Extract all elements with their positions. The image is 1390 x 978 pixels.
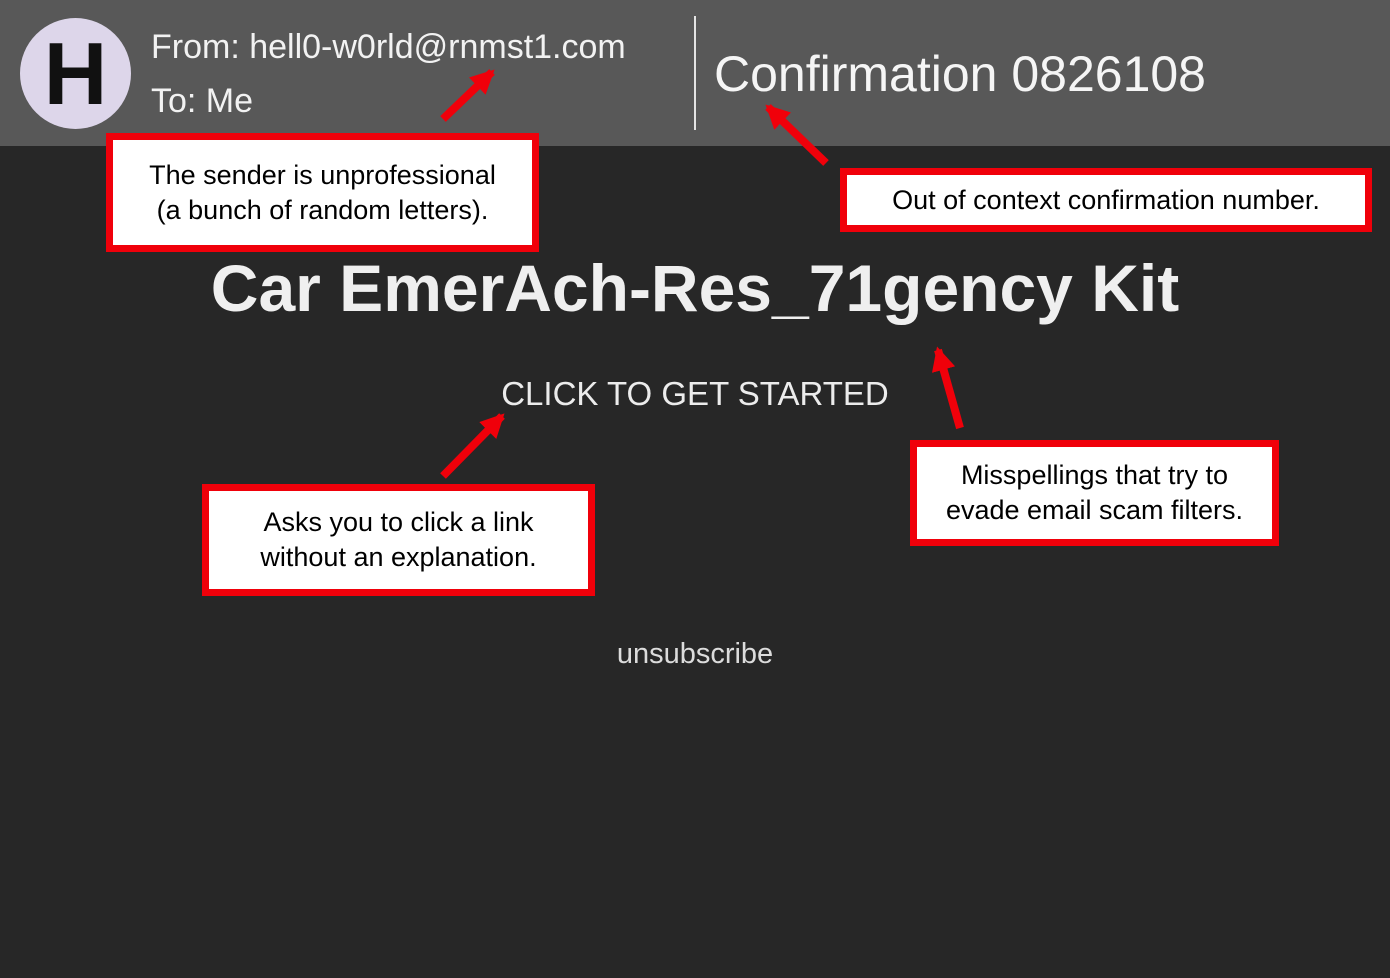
- annotation-confirmation-line1: Out of context confirmation number.: [892, 184, 1320, 215]
- cta-link[interactable]: CLICK TO GET STARTED: [0, 374, 1390, 414]
- annotation-misspellings-line1: Misspellings that try to: [960, 460, 1229, 490]
- annotation-misspellings: Misspellings that try to evade email sca…: [910, 440, 1279, 546]
- annotation-confirmation: Out of context confirmation number.: [840, 168, 1372, 232]
- annotation-misspellings-line2: evade email scam filters.: [945, 495, 1244, 525]
- annotation-sender: The sender is unprofessional (a bunch of…: [106, 133, 539, 252]
- unsubscribe-link[interactable]: unsubscribe: [0, 636, 1390, 672]
- annotation-sender-line1: The sender is unprofessional: [149, 159, 496, 190]
- annotation-click-line2: without an explanation.: [260, 542, 537, 572]
- email-headline: Car EmerAch-Res_71gency Kit: [210, 251, 1180, 325]
- to-line: To: Me: [151, 82, 254, 120]
- annotation-click: Asks you to click a link without an expl…: [202, 484, 595, 596]
- email-header: H From: hell0-w0rld@rnmst1.com To: Me Co…: [0, 0, 1390, 146]
- arrow-to-cta: [440, 413, 505, 479]
- email-subject: Confirmation 0826108: [714, 46, 1206, 102]
- annotation-click-line1: Asks you to click a link: [263, 507, 534, 537]
- from-line: From: hell0-w0rld@rnmst1.com: [151, 28, 626, 66]
- sender-avatar: H: [20, 18, 131, 129]
- annotation-sender-line2: (a bunch of random letters).: [156, 194, 489, 225]
- header-divider: [694, 16, 696, 130]
